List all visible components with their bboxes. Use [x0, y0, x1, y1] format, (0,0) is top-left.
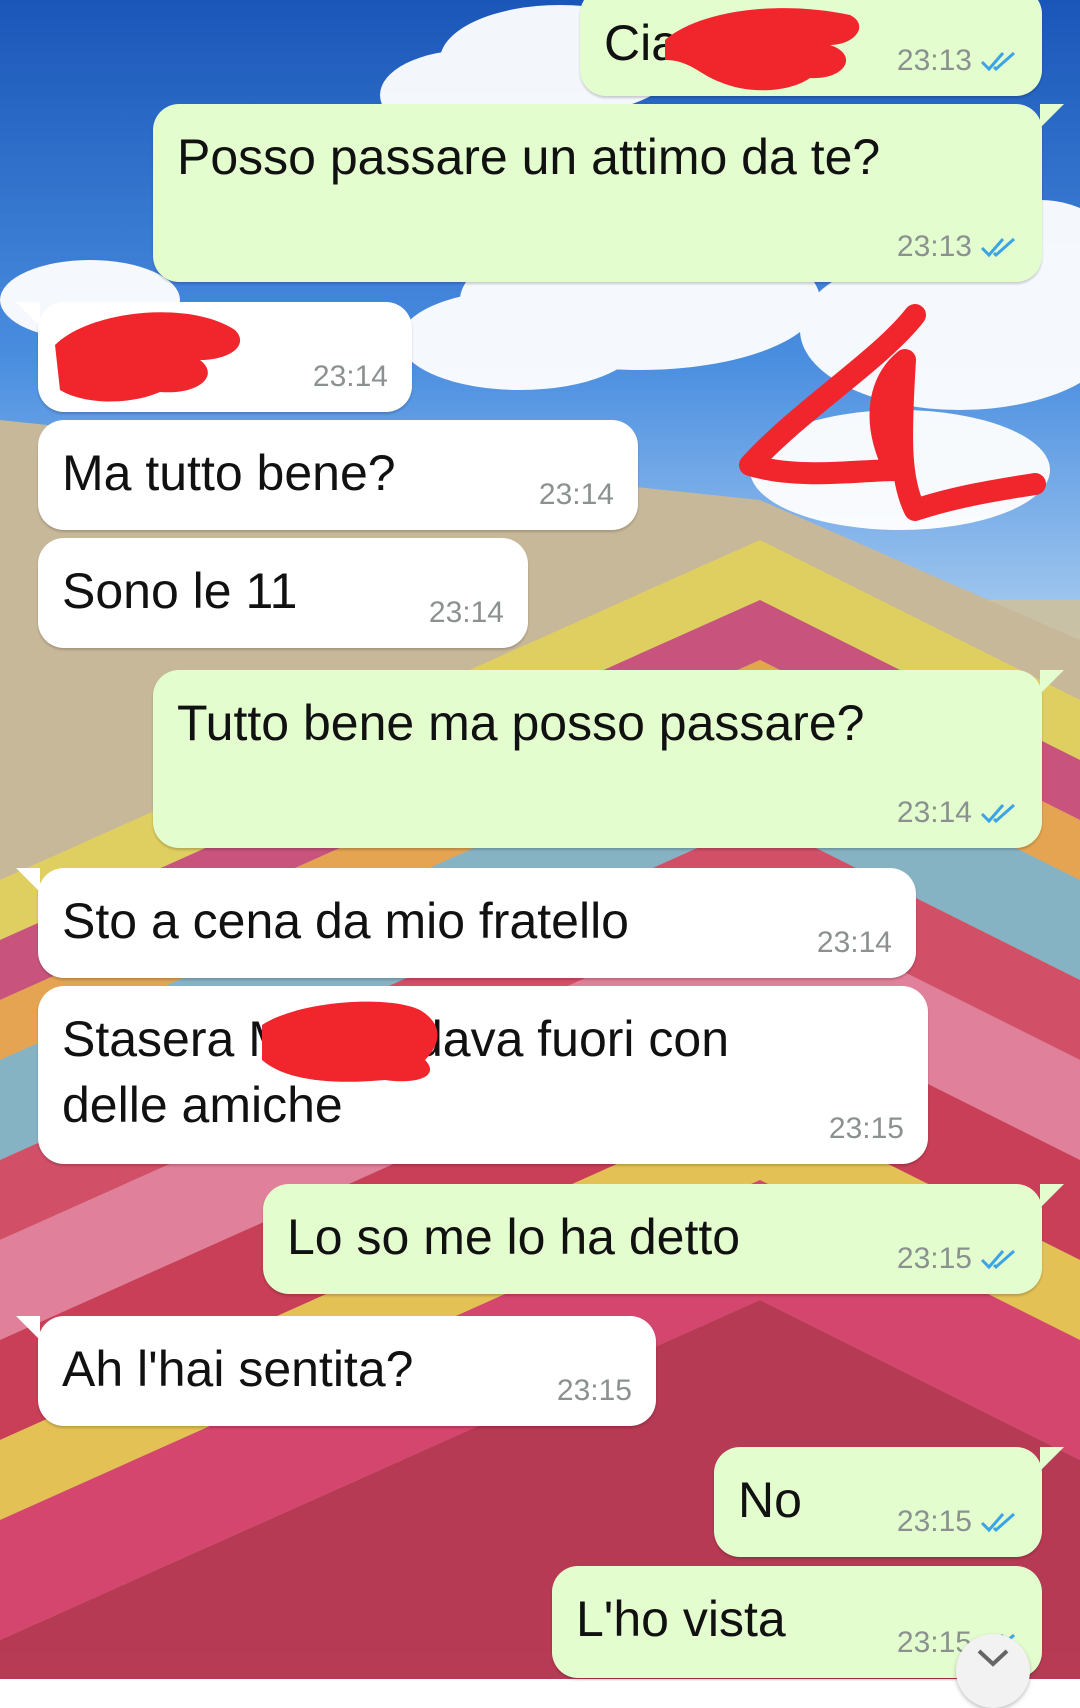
incoming-message[interactable]: Sono le 11 23:14 [38, 538, 528, 648]
incoming-message[interactable]: Stasera M a andava fuori con delle amich… [38, 986, 928, 1164]
message-meta: 23:15 [829, 1112, 904, 1146]
message-time: 23:13 [896, 230, 972, 263]
incoming-message[interactable]: Ma tutto bene? 23:14 [38, 420, 638, 530]
outgoing-message[interactable]: No 23:15 [714, 1447, 1064, 1557]
double-check-icon [980, 1247, 1018, 1271]
message-meta: 23:15 [897, 1505, 1018, 1539]
scroll-down-icon [976, 1648, 1010, 1673]
double-check-icon [980, 49, 1018, 73]
double-check-icon [980, 1510, 1018, 1534]
message-text: Posso passare un attimo da te? [177, 129, 881, 185]
outgoing-message[interactable]: Lo so me lo ha detto 23:15 [263, 1184, 1064, 1294]
message-time: 23:14 [428, 596, 504, 629]
message-time: 23:15 [896, 1242, 972, 1275]
message-text: Stasera M a andava fuori con delle amich… [62, 1011, 730, 1133]
message-time: 23:15 [556, 1374, 632, 1407]
message-meta: 23:14 [897, 796, 1018, 830]
message-time: 23:15 [896, 1505, 972, 1538]
chat-message-list[interactable]: Cia 23:13 Posso passare un attimo da te?… [0, 0, 1080, 1708]
double-check-icon [980, 801, 1018, 825]
message-time: 23:14 [816, 926, 892, 959]
outgoing-message[interactable]: Posso passare un attimo da te? 23:13 [153, 104, 1064, 282]
message-meta: 23:13 [897, 230, 1018, 264]
message-time: 23:13 [896, 44, 972, 77]
message-meta: 23:14 [817, 926, 892, 960]
message-text: Ah l'hai sentita? [62, 1341, 414, 1397]
message-time: 23:14 [538, 478, 614, 511]
message-meta: 23:15 [897, 1242, 1018, 1276]
message-text: Tutto bene ma posso passare? [177, 695, 865, 751]
message-text: Sto a cena da mio fratello [62, 893, 629, 949]
message-meta: 23:14 [313, 360, 388, 394]
scroll-down-button[interactable] [956, 1634, 1030, 1708]
message-meta: 23:13 [897, 44, 1018, 78]
message-text: Ma tutto bene? [62, 445, 396, 501]
incoming-message[interactable]: Ah l'hai sentita? 23:15 [16, 1316, 656, 1426]
incoming-message[interactable]: Sto a cena da mio fratello 23:14 [16, 868, 916, 978]
outgoing-message[interactable]: Cia 23:13 [580, 0, 1042, 96]
message-meta: 23:14 [429, 596, 504, 630]
message-meta: 23:14 [539, 478, 614, 512]
outgoing-message[interactable]: Tutto bene ma posso passare? 23:14 [153, 670, 1064, 848]
incoming-message[interactable]: 23:14 [16, 302, 412, 412]
message-meta: 23:15 [557, 1374, 632, 1408]
message-time: 23:14 [312, 360, 388, 393]
double-check-icon [980, 235, 1018, 259]
message-time: 23:14 [896, 796, 972, 829]
message-time: 23:15 [828, 1112, 904, 1145]
